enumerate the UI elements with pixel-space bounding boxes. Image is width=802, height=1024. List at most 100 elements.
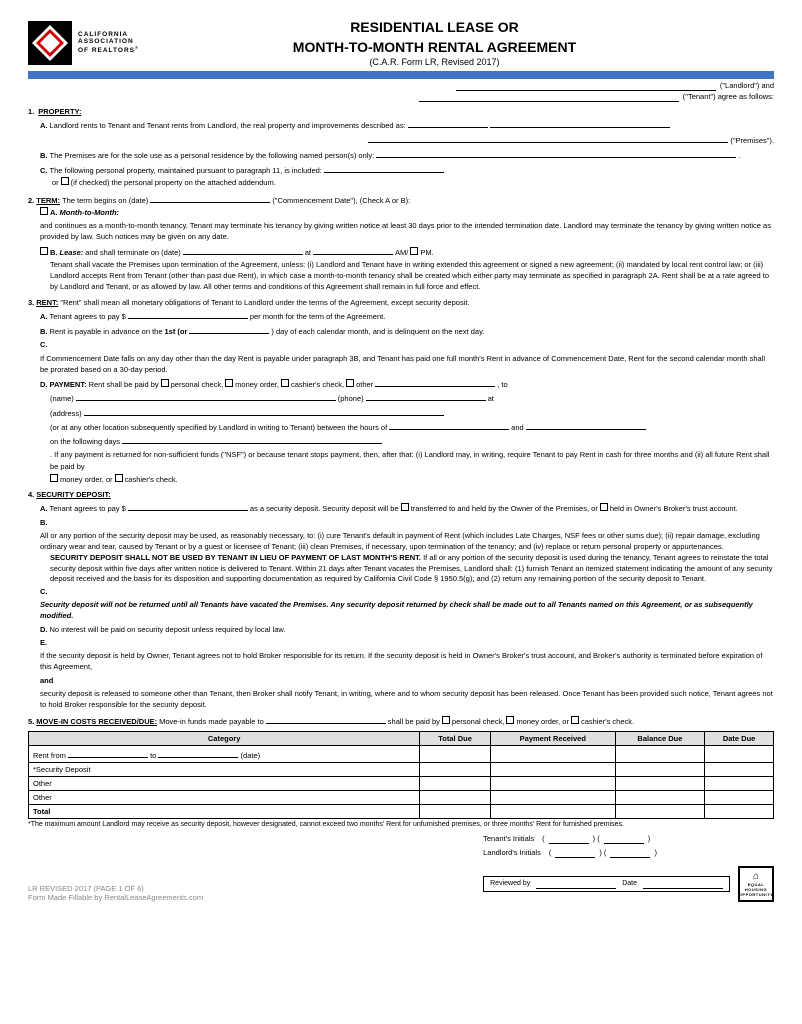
table-cell-total-total[interactable] bbox=[420, 804, 491, 818]
rent-from-field[interactable] bbox=[68, 748, 148, 758]
tenant-initial-2[interactable] bbox=[604, 834, 644, 844]
table-cell-duedate-4[interactable] bbox=[705, 790, 774, 804]
s3d-text: Rent shall be paid by bbox=[89, 379, 159, 390]
s5-money-checkbox[interactable] bbox=[506, 716, 514, 724]
s3d-hours-from-field[interactable] bbox=[389, 420, 509, 430]
s1c-check-text: (if checked) the personal property on th… bbox=[71, 177, 276, 188]
table-row: Other bbox=[29, 776, 774, 790]
s2b-pm-checkbox[interactable] bbox=[410, 247, 418, 255]
table-cell-category-1: Rent from to (date) bbox=[29, 745, 420, 762]
s3b-day-field[interactable] bbox=[189, 324, 269, 334]
table-cell-total-2[interactable] bbox=[420, 762, 491, 776]
footer-right-col: Tenant's Initials ( ) ( ) Landlord's Ini… bbox=[483, 834, 774, 902]
table-cell-category-4: Other bbox=[29, 790, 420, 804]
s3d-cashier-checkbox[interactable] bbox=[281, 379, 289, 387]
s3d-other: other bbox=[356, 379, 373, 390]
date-label: Date bbox=[622, 880, 637, 887]
s3d-money: money order, bbox=[235, 379, 279, 390]
table-cell-balance-1[interactable] bbox=[615, 745, 705, 762]
reviewed-date-field[interactable] bbox=[643, 879, 723, 889]
section-4b: B. All or any portion of the security de… bbox=[40, 517, 774, 584]
s4a-mid: as a security deposit. Security deposit … bbox=[250, 503, 399, 514]
table-cell-total-due[interactable] bbox=[705, 804, 774, 818]
s1a-field1[interactable] bbox=[408, 118, 488, 128]
landlord-label: ("Landlord") and bbox=[720, 81, 774, 91]
reviewed-box: Reviewed by Date bbox=[483, 876, 730, 892]
s2b-date-field[interactable] bbox=[183, 245, 303, 255]
s1b-text: The Premises are for the sole use as a p… bbox=[50, 150, 375, 161]
section-3a: A. Tenant agrees to pay $ per month for … bbox=[40, 309, 774, 322]
landlord-initial-2[interactable] bbox=[610, 848, 650, 858]
s1b-field[interactable] bbox=[376, 148, 736, 158]
s3d-name-field[interactable] bbox=[76, 391, 336, 401]
s1a-field3[interactable] bbox=[368, 133, 728, 143]
table-cell-duedate-1[interactable] bbox=[705, 745, 774, 762]
section-4-title: SECURITY DEPOSIT: bbox=[36, 489, 110, 500]
title-line1: RESIDENTIAL LEASE OR bbox=[139, 18, 730, 38]
table-header-received: Payment Received bbox=[490, 731, 615, 745]
s3d-days-field[interactable] bbox=[122, 434, 382, 444]
table-cell-total-label: Total bbox=[29, 804, 420, 818]
table-cell-total-4[interactable] bbox=[420, 790, 491, 804]
s3d-hours-to-field[interactable] bbox=[526, 420, 646, 430]
table-cell-duedate-3[interactable] bbox=[705, 776, 774, 790]
table-cell-balance-3[interactable] bbox=[615, 776, 705, 790]
tenant-initial-1[interactable] bbox=[549, 834, 589, 844]
table-cell-total-1[interactable] bbox=[420, 745, 491, 762]
s2b-text: and shall terminate on (date) bbox=[85, 247, 180, 258]
s1b-label: B. bbox=[40, 150, 48, 161]
car-logo-icon bbox=[28, 21, 72, 65]
section-4c: C. Security deposit will not be returned… bbox=[40, 586, 774, 622]
s3d-cashier2-checkbox[interactable] bbox=[115, 474, 123, 482]
s3d-personal-checkbox[interactable] bbox=[161, 379, 169, 387]
s3d-other-field[interactable] bbox=[375, 377, 495, 387]
section-3-num: 3. bbox=[28, 297, 34, 308]
s1c-checkbox[interactable] bbox=[61, 177, 69, 185]
s2a-title: Month-to-Month: bbox=[60, 207, 120, 218]
table-cell-balance-2[interactable] bbox=[615, 762, 705, 776]
reviewed-by-field[interactable] bbox=[536, 879, 616, 889]
table-cell-total-3[interactable] bbox=[420, 776, 491, 790]
landlord-name-field[interactable] bbox=[456, 81, 716, 91]
s2b-checkbox[interactable] bbox=[40, 247, 48, 255]
title-line2: MONTH-TO-MONTH RENTAL AGREEMENT bbox=[139, 38, 730, 58]
header-blue-bar bbox=[28, 71, 774, 79]
s3d-address-field[interactable] bbox=[84, 406, 444, 416]
s3d-money2-checkbox[interactable] bbox=[50, 474, 58, 482]
table-cell-received-1[interactable] bbox=[490, 745, 615, 762]
s5-personal-checkbox[interactable] bbox=[442, 716, 450, 724]
s3d-days-label: on the following days bbox=[50, 436, 120, 447]
s4e-bold: and bbox=[40, 675, 53, 686]
table-cell-received-4[interactable] bbox=[490, 790, 615, 804]
s3d-nsf: . If any payment is returned for non-suf… bbox=[50, 449, 774, 472]
s2a-checkbox[interactable] bbox=[40, 207, 48, 215]
table-cell-received-2[interactable] bbox=[490, 762, 615, 776]
s1c-field[interactable] bbox=[324, 163, 444, 173]
table-cell-duedate-2[interactable] bbox=[705, 762, 774, 776]
table-cell-total-received[interactable] bbox=[490, 804, 615, 818]
s3c-label: C. bbox=[40, 339, 48, 350]
s2-start-date-field[interactable] bbox=[150, 193, 270, 203]
s3d-money-checkbox[interactable] bbox=[225, 379, 233, 387]
s3d-phone-field[interactable] bbox=[366, 391, 486, 401]
s5-cashier-checkbox[interactable] bbox=[571, 716, 579, 724]
s4a-held-checkbox[interactable] bbox=[600, 503, 608, 511]
s4a-transferred-checkbox[interactable] bbox=[401, 503, 409, 511]
s5-payable-field[interactable] bbox=[266, 714, 386, 724]
s3a-amount-field[interactable] bbox=[128, 309, 248, 319]
s2b-time-field[interactable] bbox=[313, 245, 393, 255]
table-cell-received-3[interactable] bbox=[490, 776, 615, 790]
s4a-amount-field[interactable] bbox=[128, 501, 248, 511]
landlord-initial-1[interactable] bbox=[555, 848, 595, 858]
s5-cashier: cashier's check. bbox=[581, 716, 634, 727]
section-2a: A. Month-to-Month: and continues as a mo… bbox=[40, 207, 774, 243]
form-fillable-text: Form Made Fillable by RentalLeaseAgreeme… bbox=[28, 893, 203, 902]
s3a-end: per month for the term of the Agreement. bbox=[250, 311, 386, 322]
rent-to-field[interactable] bbox=[158, 748, 238, 758]
s3d-other-checkbox[interactable] bbox=[346, 379, 354, 387]
table-cell-balance-4[interactable] bbox=[615, 790, 705, 804]
landlords-initials-row: Landlord's Initials ( ) ( ) bbox=[483, 848, 657, 858]
table-cell-total-balance[interactable] bbox=[615, 804, 705, 818]
tenant-name-field[interactable] bbox=[419, 92, 679, 102]
s1a-field2[interactable] bbox=[490, 118, 670, 128]
